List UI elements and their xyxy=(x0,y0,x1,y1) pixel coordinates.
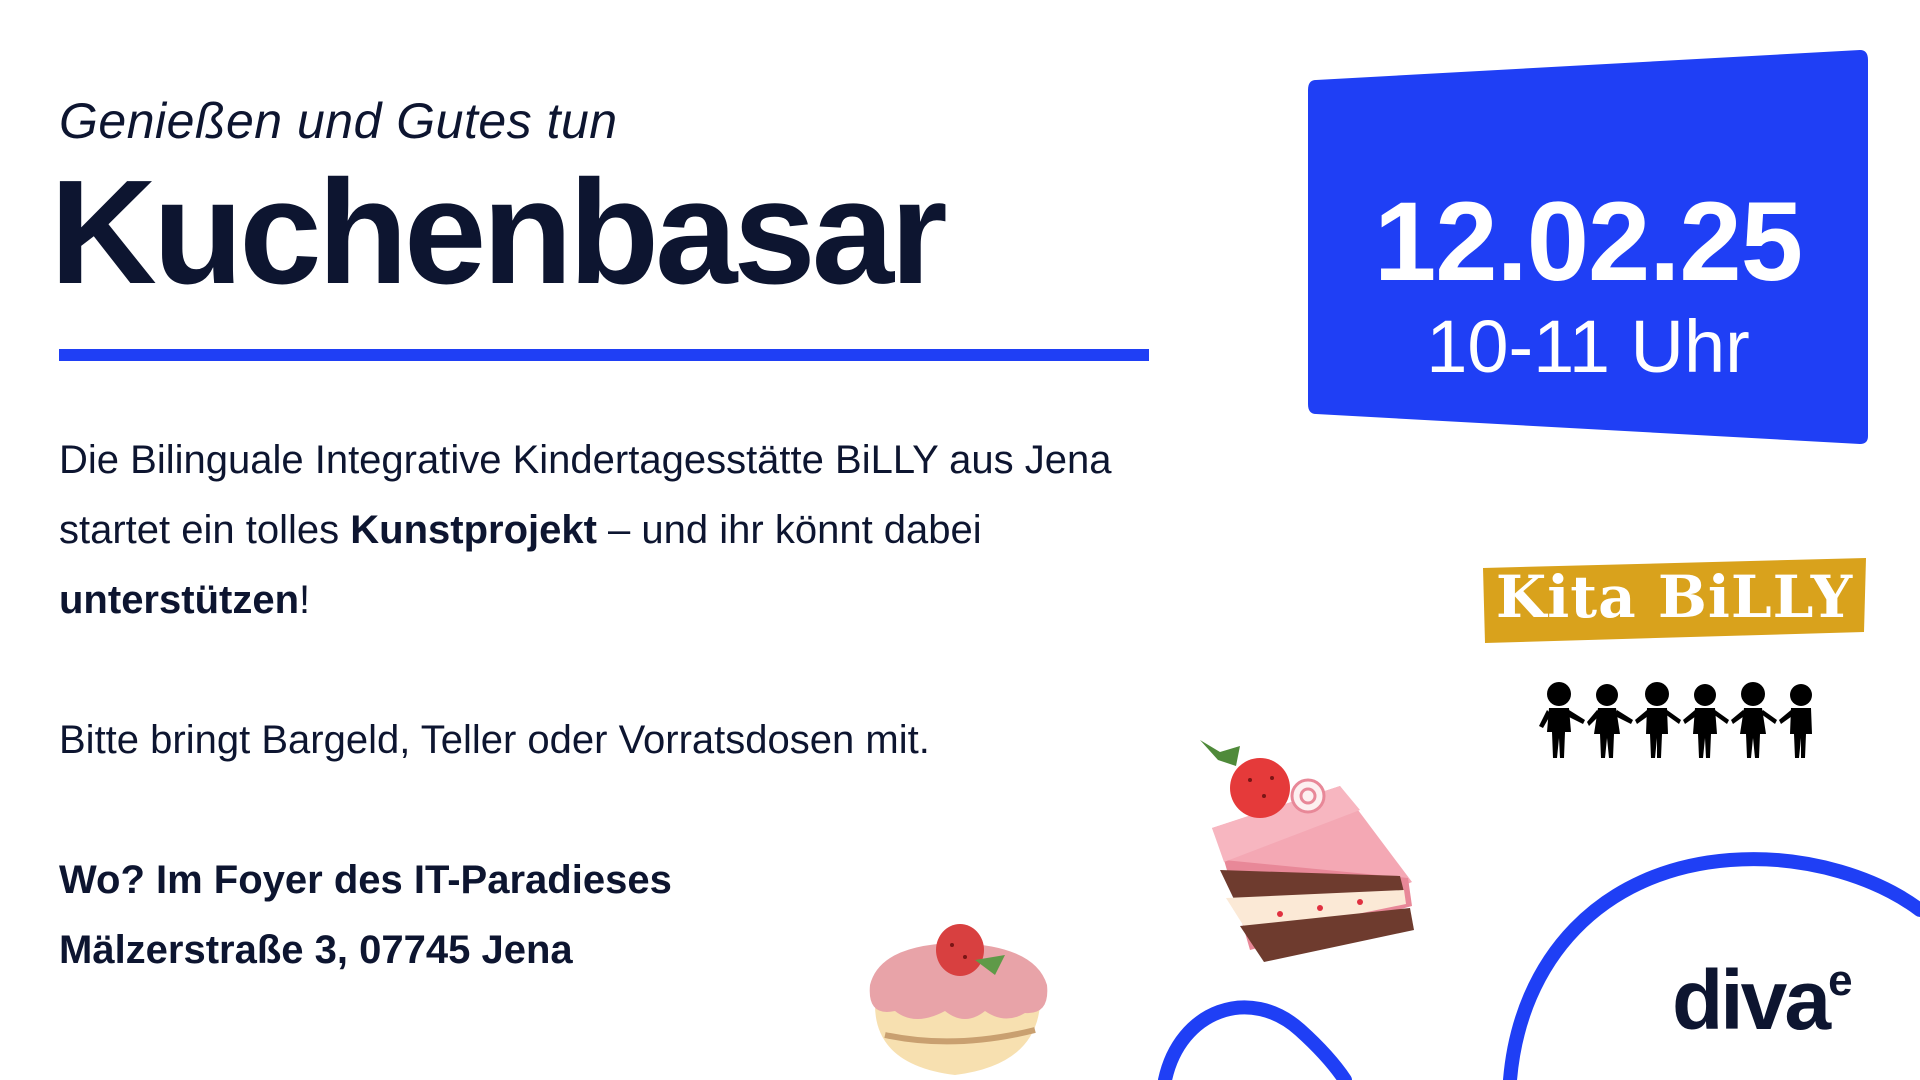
tagline: Genießen und Gutes tun xyxy=(59,93,618,149)
children-silhouette-icon xyxy=(1539,682,1812,758)
location: Wo? Im Foyer des IT-Paradieses Mälzerstr… xyxy=(59,845,672,985)
highlight-kunstprojekt: Kunstprojekt xyxy=(350,508,597,552)
event-time: 10-11 Uhr xyxy=(1426,305,1750,388)
location-address: Mälzerstraße 3, 07745 Jena xyxy=(59,928,573,972)
badge-text: Kita BiLLY xyxy=(1495,563,1854,631)
logo-superscript: e xyxy=(1828,956,1853,1005)
page-title: Kuchenbasar xyxy=(50,150,948,315)
cake-slice-icon xyxy=(1200,740,1414,962)
description-text: ! xyxy=(299,578,311,622)
decorative-curve xyxy=(1158,1000,1352,1080)
cupcake-icon xyxy=(869,924,1048,1075)
diva-e-logo: divae xyxy=(1672,958,1853,1042)
location-venue: Wo? Im Foyer des IT-Paradieses xyxy=(59,858,672,902)
logo-wordmark: diva xyxy=(1672,953,1831,1047)
description-text: – und ihr könnt dabei xyxy=(596,508,982,552)
title-underline xyxy=(59,349,1149,361)
bring-notice: Bitte bringt Bargeld, Teller oder Vorrat… xyxy=(59,718,930,762)
event-date: 12.02.25 xyxy=(1374,179,1803,304)
kita-billy-badge: Kita BiLLY xyxy=(1483,558,1866,643)
description: Die Bilinguale Integrative Kindertagesst… xyxy=(59,425,1159,775)
description-paragraph: Die Bilinguale Integrative Kindertagesst… xyxy=(59,425,1159,635)
highlight-unterstuetzen: unterstützen xyxy=(59,578,299,622)
date-panel: 12.02.25 10-11 Uhr xyxy=(1304,48,1872,446)
